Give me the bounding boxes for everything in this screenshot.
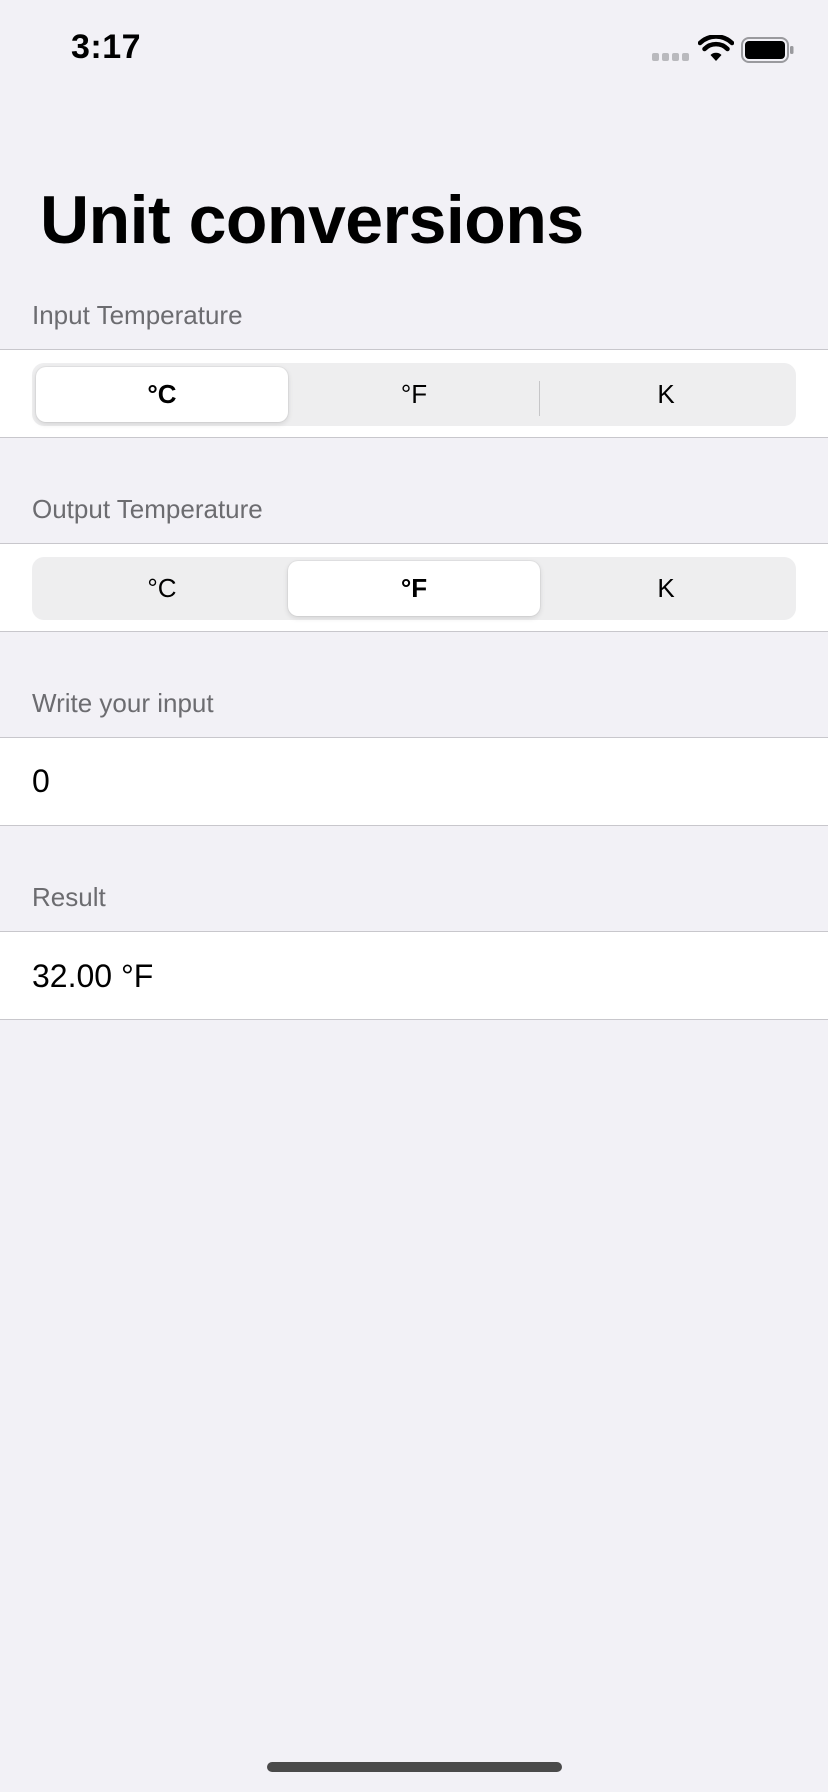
status-bar: 3:17: [0, 0, 828, 100]
input-temperature-card: °C °F K: [0, 349, 828, 438]
input-unit-segmented-control: °C °F K: [32, 363, 796, 426]
output-unit-segmented-control: °C °F K: [32, 557, 796, 620]
output-segment-kelvin[interactable]: K: [540, 561, 792, 616]
output-segment-celsius[interactable]: °C: [36, 561, 288, 616]
segment-label: °C: [147, 379, 177, 409]
input-value-header: Write your input: [32, 688, 214, 718]
segment-label: °C: [147, 573, 177, 603]
result-header: Result: [32, 882, 106, 912]
cellular-signal-icon: [652, 53, 689, 61]
page-title: Unit conversions: [40, 182, 584, 258]
output-temperature-card: °C °F K: [0, 543, 828, 632]
segment-label: °F: [400, 573, 428, 603]
status-time: 3:17: [71, 28, 142, 66]
output-segment-fahrenheit[interactable]: °F: [288, 561, 540, 616]
home-indicator[interactable]: [267, 1762, 562, 1772]
input-value-field[interactable]: 0: [0, 737, 828, 826]
segment-label: K: [657, 573, 675, 603]
input-segment-celsius[interactable]: °C: [36, 367, 288, 422]
result-value: 32.00 °F: [32, 958, 154, 994]
segment-label: K: [657, 379, 675, 409]
input-temperature-header: Input Temperature: [32, 300, 243, 330]
segment-label: °F: [400, 379, 428, 409]
input-segment-fahrenheit[interactable]: °F: [288, 367, 540, 422]
result-card: 32.00 °F: [0, 931, 828, 1020]
wifi-icon: [698, 35, 734, 61]
input-value-text: 0: [32, 763, 50, 799]
battery-icon: [741, 37, 794, 63]
output-temperature-header: Output Temperature: [32, 494, 263, 524]
input-segment-kelvin[interactable]: K: [540, 367, 792, 422]
